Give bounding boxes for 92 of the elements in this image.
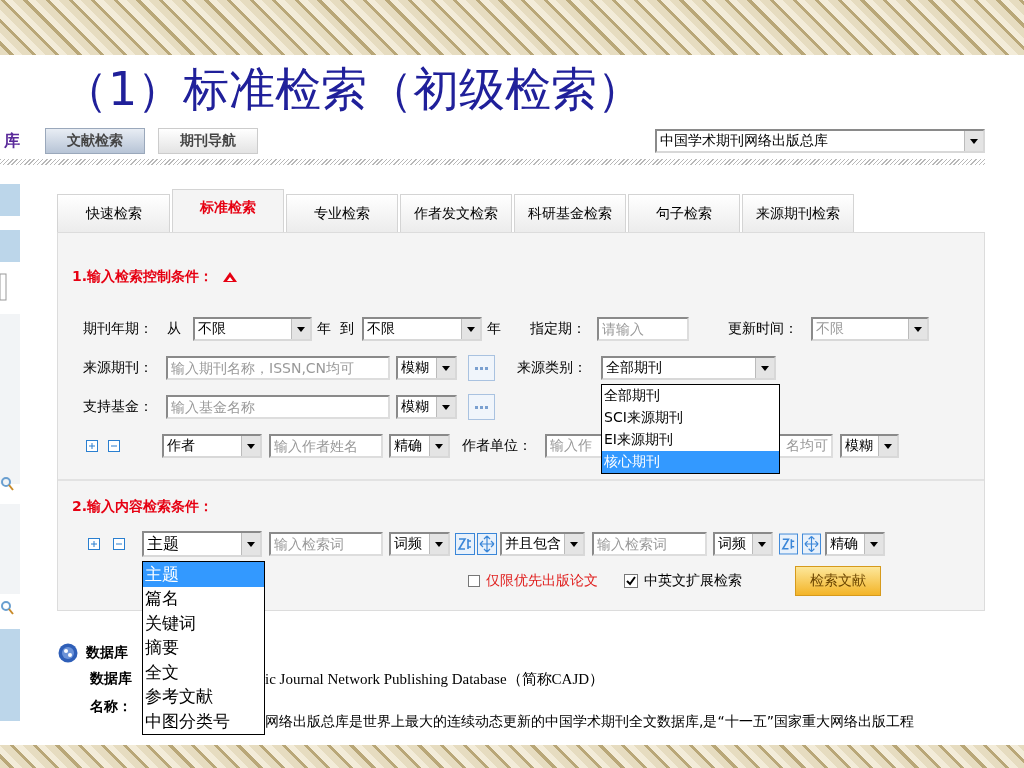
logic-select[interactable]: 并且包含	[500, 532, 585, 556]
description-label: 名称：	[90, 698, 132, 716]
caret-icon	[435, 541, 443, 547]
search-tab[interactable]: 快速检索	[57, 194, 170, 232]
caret-icon	[297, 326, 305, 332]
caret-icon	[467, 326, 475, 332]
database-name-text: ic Journal Network Publishing Database（简称CAJD）	[265, 670, 606, 689]
search-term-field[interactable]: 输入检索词	[269, 532, 383, 556]
database-select[interactable]: 中国学术期刊网络出版总库	[655, 129, 985, 153]
search-tab[interactable]: 来源期刊检索	[742, 194, 854, 232]
from-label: 从	[167, 320, 181, 338]
search-tab[interactable]: 作者发文检索	[400, 194, 512, 232]
more-button[interactable]	[468, 355, 495, 381]
dropdown-option[interactable]: 全部期刊	[602, 385, 779, 407]
year-from-select[interactable]: 不限	[193, 317, 312, 341]
dropdown-option[interactable]: 中图分类号	[143, 709, 264, 734]
caret-icon	[442, 404, 450, 410]
minus-box-icon[interactable]	[113, 538, 125, 550]
dropdown-option[interactable]: 参考文献	[143, 684, 264, 709]
checkbox[interactable]	[468, 575, 480, 587]
nav-tab[interactable]: 期刊导航	[158, 128, 258, 154]
plus-box-icon[interactable]	[86, 440, 98, 452]
triangle-icon[interactable]	[223, 272, 238, 282]
to-label: 到	[340, 320, 354, 338]
caret-icon	[761, 365, 769, 371]
search-tab[interactable]: 标准检索	[172, 189, 284, 232]
search-tab[interactable]: 专业检索	[286, 194, 398, 232]
field-label: 期刊年期：	[83, 320, 154, 338]
match-select[interactable]: 模糊	[396, 356, 457, 380]
checkbox-label[interactable]: 仅限优先出版论文	[486, 572, 606, 590]
field-label: 来源期刊：	[83, 359, 154, 377]
frequency-select[interactable]: 词频	[389, 532, 450, 556]
circle-icon	[58, 643, 78, 663]
summary-text: 网络出版总库是世界上最大的连续动态更新的中国学术期刊全文数据库,是“十一五”国家重大网络出版工程	[265, 713, 914, 731]
description-heading: 数据库	[86, 644, 128, 662]
field-label: 指定期：	[530, 320, 587, 338]
search-tab[interactable]: 科研基金检索	[514, 194, 626, 232]
caret-icon	[435, 443, 443, 449]
dropdown-option[interactable]: 全文	[143, 660, 264, 685]
checkbox[interactable]	[624, 574, 638, 588]
match-select[interactable]: 模糊	[840, 434, 899, 458]
frequency-select[interactable]: 词频	[713, 532, 773, 556]
field-label: 来源类别：	[517, 359, 588, 377]
author-type-select[interactable]: 作者	[162, 434, 262, 458]
caret-icon	[442, 365, 450, 371]
dropdown-option[interactable]: 关键词	[143, 611, 264, 636]
year-unit-label: 年	[317, 320, 331, 338]
site-label: 库	[4, 130, 21, 152]
caret-icon	[247, 443, 255, 449]
caret-icon	[870, 541, 878, 547]
field-label: 更新时间：	[728, 320, 799, 338]
dropdown-option[interactable]: 摘要	[143, 635, 264, 660]
search-field-select[interactable]: 主题	[142, 531, 262, 557]
author-name-field[interactable]: 输入作者姓名	[269, 434, 383, 458]
search-term-field[interactable]: 输入检索词	[592, 532, 707, 556]
section-heading: 1.输入检索控制条件：	[72, 268, 214, 286]
caret-icon	[247, 541, 255, 547]
field-label: 作者单位：	[462, 437, 533, 455]
field-label: 支持基金：	[83, 398, 154, 416]
year-unit-label: 年	[487, 320, 501, 338]
issue-field[interactable]: 请输入	[597, 317, 689, 341]
search-tab[interactable]: 句子检索	[628, 194, 740, 232]
source-type-select[interactable]: 全部期刊	[601, 356, 776, 380]
journal-name-field[interactable]: 输入期刊名称，ISSN,CN均可	[166, 356, 390, 380]
more-button[interactable]	[468, 394, 495, 420]
text-block-icon[interactable]	[455, 533, 475, 555]
caret-icon	[758, 541, 766, 547]
match-select[interactable]: 精确	[825, 532, 885, 556]
match-select[interactable]: 精确	[389, 434, 450, 458]
year-to-select[interactable]: 不限	[362, 317, 482, 341]
match-select[interactable]: 模糊	[396, 395, 457, 419]
fund-name-field[interactable]: 输入基金名称	[166, 395, 390, 419]
search-button[interactable]: 检索文献	[795, 566, 881, 596]
dropdown-option[interactable]: 篇名	[143, 586, 264, 611]
caret-icon	[970, 138, 978, 144]
dots-icon	[475, 366, 488, 370]
section-heading: 2.输入内容检索条件：	[72, 498, 214, 516]
minus-box-icon[interactable]	[108, 440, 120, 452]
text-block-icon[interactable]	[779, 533, 798, 555]
checkbox-label[interactable]: 中英文扩展检索	[644, 572, 748, 590]
caret-icon	[914, 326, 922, 332]
caret-icon	[884, 443, 892, 449]
caret-icon	[570, 541, 578, 547]
dropdown-option[interactable]: EI来源期刊	[602, 429, 779, 451]
dropdown-option[interactable]: SCI来源期刊	[602, 407, 779, 429]
move-arrows-icon[interactable]	[802, 533, 821, 555]
nav-tab[interactable]: 文献检索	[45, 128, 145, 154]
dots-icon	[475, 405, 488, 409]
slide-title: （1）标准检索（初级检索）	[62, 61, 644, 118]
plus-box-icon[interactable]	[88, 538, 100, 550]
description-label: 数据库	[90, 670, 132, 688]
move-arrows-icon[interactable]	[477, 533, 497, 555]
